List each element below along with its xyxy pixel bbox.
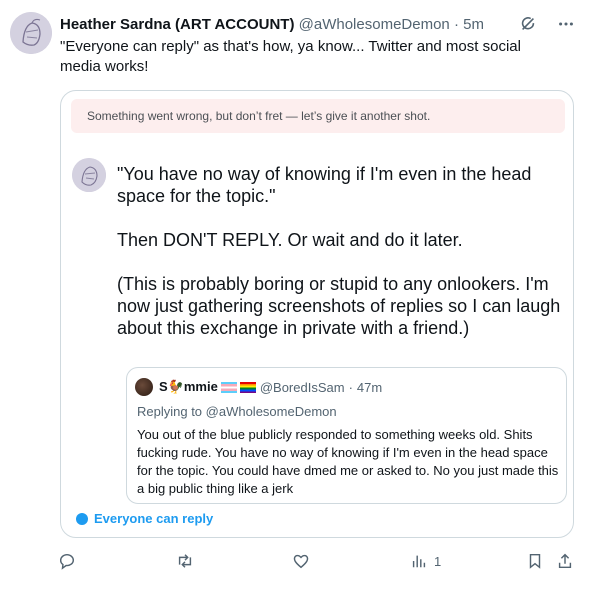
error-banner: Something went wrong, but don’t fret — l… — [71, 99, 565, 133]
tweet-container: Heather Sardna (ART ACCOUNT) @aWholesome… — [0, 0, 599, 591]
timestamp[interactable]: 5m — [463, 16, 484, 33]
quote-header: S🐓mmie @BoredIsSam · 47m — [135, 378, 382, 396]
more-icon[interactable] — [555, 13, 577, 35]
tweet-text: "Everyone can reply" as that's how, ya k… — [60, 38, 521, 75]
separator: · — [453, 16, 459, 33]
reply-icon — [59, 553, 75, 570]
retweet-icon — [178, 554, 192, 568]
views-count: 1 — [434, 553, 442, 569]
like-button[interactable] — [292, 552, 310, 570]
like-icon — [293, 554, 309, 569]
quote-avatar[interactable] — [135, 378, 153, 396]
trans-flag-icon — [220, 381, 237, 393]
views-icon — [412, 555, 426, 568]
bookmark-button[interactable] — [526, 552, 544, 570]
tweet-top-icons — [517, 13, 577, 35]
inner-paragraph: Then DON'T REPLY. Or wait and do it late… — [117, 230, 463, 250]
share-icon — [558, 553, 572, 569]
author-handle[interactable]: @aWholesomeDemon — [299, 16, 450, 33]
error-message: Something went wrong, but don’t fret — l… — [87, 109, 431, 123]
retweet-button[interactable] — [176, 552, 194, 570]
quote-timestamp[interactable]: 47m — [357, 380, 382, 395]
inner-post-text: "You have no way of knowing if I'm even … — [117, 163, 567, 361]
tweet-header: Heather Sardna (ART ACCOUNT) @aWholesome… — [60, 15, 484, 35]
reply-setting-label: Everyone can reply — [94, 511, 214, 526]
quote-body: You out of the blue publicly responded t… — [137, 427, 559, 496]
reply-button[interactable] — [58, 552, 76, 570]
share-button[interactable] — [556, 552, 574, 570]
quote-author-name[interactable]: S🐓mmie — [159, 379, 218, 395]
avatar[interactable] — [10, 12, 52, 54]
rainbow-flag-icon — [239, 381, 256, 393]
separator: · — [348, 379, 353, 395]
reply-setting-icon — [76, 512, 88, 525]
inner-paragraph: "You have no way of knowing if I'm even … — [117, 164, 532, 206]
inner-paragraph: (This is probably boring or stupid to an… — [117, 274, 561, 338]
author-name[interactable]: Heather Sardna (ART ACCOUNT) — [60, 16, 294, 33]
replying-to: Replying to @aWholesomeDemon — [137, 404, 337, 419]
views-button[interactable]: 1 — [410, 552, 441, 570]
inner-avatar[interactable] — [72, 158, 106, 192]
bookmark-icon — [529, 553, 541, 569]
grok-icon[interactable] — [517, 13, 539, 35]
quote-tweet[interactable]: S🐓mmie @BoredIsSam · 47m Replying to @aW… — [126, 367, 567, 504]
action-bar: 1 — [58, 552, 578, 576]
embedded-card[interactable]: Something went wrong, but don’t fret — l… — [60, 90, 574, 538]
reply-setting: Everyone can reply — [76, 511, 213, 526]
quote-author-handle[interactable]: @BoredIsSam — [260, 380, 345, 395]
